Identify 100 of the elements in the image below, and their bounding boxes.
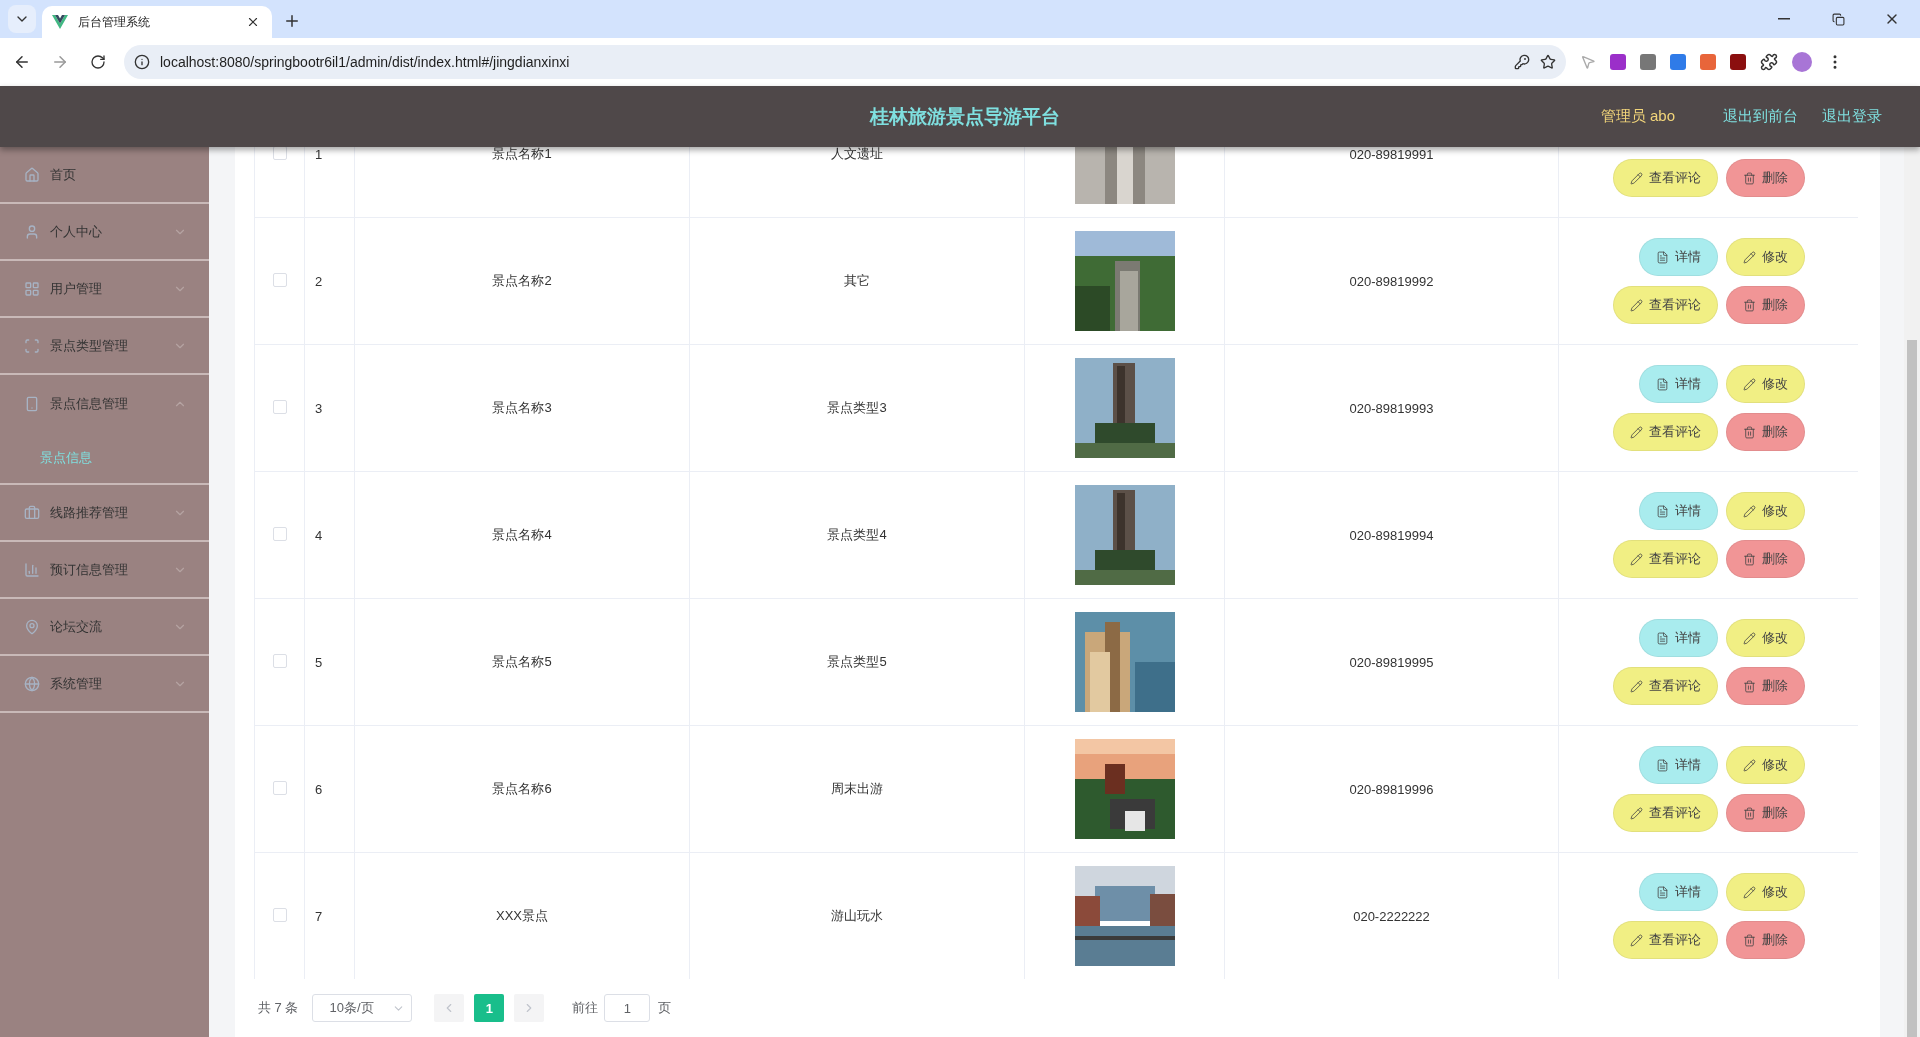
table-cell: 景点名称2 xyxy=(492,273,552,288)
details-button[interactable]: 详情 xyxy=(1638,492,1718,530)
extension-icon[interactable] xyxy=(1700,54,1716,70)
table-cell: 020-89819994 xyxy=(1349,527,1434,543)
browser-tab[interactable]: 后台管理系统 xyxy=(42,6,272,38)
reload-icon xyxy=(90,54,106,70)
view-comments-button[interactable]: 查看评论 xyxy=(1612,921,1718,959)
edit-button[interactable]: 修改 xyxy=(1725,492,1805,530)
header-link[interactable]: 退出登录 xyxy=(1822,107,1882,126)
delete-button[interactable]: 删除 xyxy=(1725,286,1805,324)
pencil-icon xyxy=(1742,758,1756,772)
edit-button[interactable]: 修改 xyxy=(1725,365,1805,403)
table-cell: 7 xyxy=(315,908,323,924)
restore-icon xyxy=(1831,12,1845,26)
plus-icon xyxy=(283,12,301,30)
row-checkbox[interactable] xyxy=(272,147,287,160)
edit-button[interactable]: 修改 xyxy=(1725,619,1805,657)
row-checkbox[interactable] xyxy=(272,780,287,795)
trash-icon xyxy=(1742,552,1756,566)
table-cell: 景点名称3 xyxy=(492,400,552,415)
puzzle-icon[interactable] xyxy=(1760,53,1778,71)
prev-page-button[interactable] xyxy=(434,994,465,1022)
row-checkbox[interactable] xyxy=(272,399,287,414)
table-cell: 020-89819992 xyxy=(1349,273,1434,289)
row-checkbox[interactable] xyxy=(272,653,287,668)
trash-icon xyxy=(1742,933,1756,947)
extension-icon[interactable] xyxy=(1670,54,1686,70)
pencil-icon xyxy=(1629,679,1643,693)
bookmark-star-icon[interactable] xyxy=(1540,54,1556,70)
total-count: 共 7 条 xyxy=(258,999,299,1017)
goto-page-input[interactable]: 1 xyxy=(604,994,651,1022)
table-cell: 4 xyxy=(315,527,323,543)
row-checkbox[interactable] xyxy=(272,526,287,541)
row-checkbox[interactable] xyxy=(272,272,287,287)
page-unit-label: 页 xyxy=(658,999,672,1017)
table-cell: 景点名称4 xyxy=(492,527,552,542)
pencil-icon xyxy=(1742,504,1756,518)
profile-avatar[interactable] xyxy=(1792,52,1812,72)
edit-button[interactable]: 修改 xyxy=(1725,873,1805,911)
view-comments-button[interactable]: 查看评论 xyxy=(1612,540,1718,578)
view-comments-button[interactable]: 查看评论 xyxy=(1612,413,1718,451)
delete-button[interactable]: 删除 xyxy=(1725,540,1805,578)
cursor-icon[interactable] xyxy=(1580,54,1596,70)
pencil-icon xyxy=(1629,425,1643,439)
page-size-select[interactable]: 10条/页 xyxy=(312,994,413,1022)
edit-button[interactable]: 修改 xyxy=(1725,746,1805,784)
pencil-icon xyxy=(1629,552,1643,566)
table-cell: 其它 xyxy=(844,273,870,288)
admin-user-label: 管理员 abo xyxy=(1600,107,1675,126)
pencil-icon xyxy=(1629,171,1643,185)
scrollbar[interactable] xyxy=(1904,147,1920,1037)
table-cell: 景点类型4 xyxy=(827,527,887,542)
details-button[interactable]: 详情 xyxy=(1638,238,1718,276)
details-button[interactable]: 详情 xyxy=(1638,746,1718,784)
document-icon xyxy=(1655,885,1669,899)
header-link[interactable]: 退出到前台 xyxy=(1723,107,1798,126)
pencil-icon xyxy=(1742,250,1756,264)
trash-icon xyxy=(1742,806,1756,820)
document-icon xyxy=(1655,377,1669,391)
key-icon[interactable] xyxy=(1514,54,1530,70)
table-cell: 020-89819991 xyxy=(1349,147,1434,162)
table-cell: 020-89819995 xyxy=(1349,654,1434,670)
delete-button[interactable]: 删除 xyxy=(1725,794,1805,832)
delete-button[interactable]: 删除 xyxy=(1725,413,1805,451)
details-button[interactable]: 详情 xyxy=(1638,365,1718,403)
view-comments-button[interactable]: 查看评论 xyxy=(1612,667,1718,705)
pencil-icon xyxy=(1742,885,1756,899)
table-cell: 景点名称5 xyxy=(492,654,552,669)
shield-extension-icon[interactable] xyxy=(1730,54,1746,70)
address-bar[interactable]: localhost:8080/springbootr6il1/admin/dist/index.html#/jingdianxinxi xyxy=(124,45,1566,79)
tab-search-button[interactable] xyxy=(8,5,36,33)
table-cell: 6 xyxy=(315,781,323,797)
extension-icon[interactable] xyxy=(1610,54,1626,70)
edit-button[interactable]: 修改 xyxy=(1725,238,1805,276)
close-icon xyxy=(246,15,260,29)
sidebar-item[interactable]: 景点信息管理 xyxy=(0,375,209,432)
delete-button[interactable]: 删除 xyxy=(1725,921,1805,959)
document-icon xyxy=(1655,631,1669,645)
delete-button[interactable]: 删除 xyxy=(1725,667,1805,705)
extension-icon[interactable] xyxy=(1640,54,1656,70)
delete-button[interactable]: 删除 xyxy=(1725,159,1805,197)
scrollbar-thumb[interactable] xyxy=(1907,340,1917,1037)
view-comments-button[interactable]: 查看评论 xyxy=(1612,794,1718,832)
row-checkbox[interactable] xyxy=(272,907,287,922)
site-title: 桂林旅游景点导游平台 xyxy=(868,104,1062,129)
view-comments-button[interactable]: 查看评论 xyxy=(1612,286,1718,324)
tab-title: 后台管理系统 xyxy=(78,13,151,31)
table-cell: 1 xyxy=(315,147,323,162)
table-cell: 景点名称1 xyxy=(492,147,552,161)
table-cell: 020-89819993 xyxy=(1349,400,1434,416)
document-icon xyxy=(1655,250,1669,264)
trash-icon xyxy=(1742,298,1756,312)
pencil-icon xyxy=(1629,933,1643,947)
v-logo-icon xyxy=(52,15,68,29)
pencil-icon xyxy=(1629,298,1643,312)
pencil-icon xyxy=(1742,631,1756,645)
details-button[interactable]: 详情 xyxy=(1638,619,1718,657)
view-comments-button[interactable]: 查看评论 xyxy=(1612,159,1718,197)
details-button[interactable]: 详情 xyxy=(1638,873,1718,911)
next-page-button[interactable] xyxy=(514,994,545,1022)
